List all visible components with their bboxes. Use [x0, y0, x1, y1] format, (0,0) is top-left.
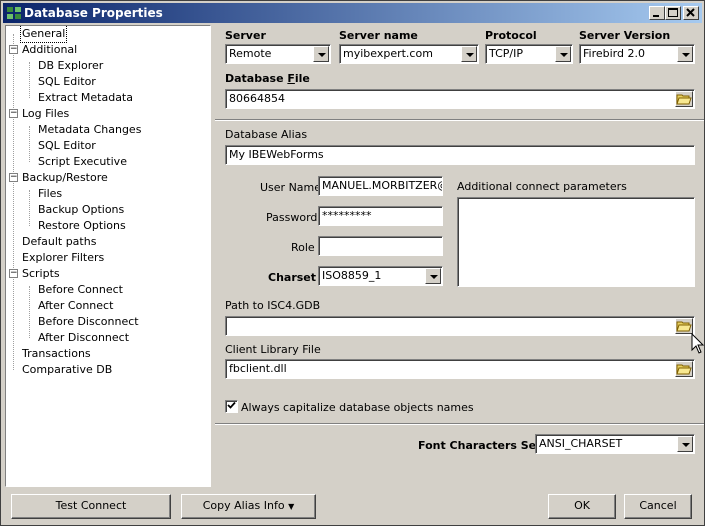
protocol-label: Protocol	[485, 29, 537, 42]
capitalize-names-label: Always capitalize database objects names	[241, 401, 474, 414]
server-dropdown-icon[interactable]	[313, 46, 329, 62]
title-bar: Database Properties	[3, 3, 702, 23]
browse-isc4-button[interactable]	[675, 318, 693, 334]
charset-select[interactable]: ISO8859_1	[318, 266, 443, 286]
protocol-dropdown-icon[interactable]	[555, 46, 571, 62]
maximize-button[interactable]	[665, 6, 681, 20]
client-library-input[interactable]: fbclient.dll	[225, 359, 695, 379]
client-library-label: Client Library File	[225, 343, 321, 356]
server-version-dropdown-icon[interactable]	[677, 46, 693, 62]
dialog-button-bar: Test Connect Copy Alias Info ▼ OK Cancel	[1, 489, 704, 525]
protocol-select[interactable]: TCP/IP	[485, 44, 573, 64]
browse-database-file-button[interactable]	[675, 91, 693, 107]
isc4-path-input[interactable]	[225, 316, 695, 336]
mouse-cursor-icon	[691, 333, 705, 354]
charset-label: Charset	[268, 271, 317, 284]
charset-dropdown-icon[interactable]	[425, 268, 441, 284]
user-name-label: User Name	[260, 181, 322, 194]
additional-params-textarea[interactable]	[457, 197, 695, 287]
server-name-select[interactable]: myibexpert.com	[339, 44, 479, 64]
capitalize-names-checkbox[interactable]	[225, 400, 238, 413]
database-properties-window: Database Properties General − Additional…	[0, 0, 705, 526]
database-file-input[interactable]: 80664854	[225, 89, 695, 109]
role-input[interactable]	[318, 236, 443, 256]
maximize-icon	[668, 8, 678, 17]
folder-open-icon	[676, 364, 692, 375]
copy-alias-info-button[interactable]: Copy Alias Info ▼	[181, 494, 316, 519]
server-version-select[interactable]: Firebird 2.0	[579, 44, 695, 64]
collapse-log-files-icon[interactable]: −	[9, 109, 18, 118]
folder-open-icon	[676, 94, 692, 105]
database-app-icon	[7, 7, 21, 19]
user-name-input[interactable]: MANUEL.MORBITZER@M	[318, 176, 443, 196]
dropdown-arrow-icon: ▼	[288, 502, 295, 511]
settings-tree[interactable]: General − Additional DB Explorer SQL Edi…	[5, 25, 211, 487]
ok-button[interactable]: OK	[548, 494, 616, 519]
minimize-icon	[653, 15, 659, 17]
role-label: Role	[291, 241, 315, 254]
database-alias-input[interactable]: My IBEWebForms	[225, 145, 695, 165]
server-select[interactable]: Remote	[225, 44, 331, 64]
server-version-label: Server Version	[579, 29, 671, 42]
server-name-dropdown-icon[interactable]	[461, 46, 477, 62]
checkmark-icon	[227, 401, 236, 409]
password-label: Password	[266, 211, 318, 224]
font-charset-label: Font Characters Set	[418, 439, 542, 452]
server-name-label: Server name	[339, 29, 418, 42]
password-input[interactable]: *********	[318, 206, 443, 226]
collapse-backup-restore-icon[interactable]: −	[9, 173, 18, 182]
collapse-additional-icon[interactable]: −	[9, 45, 18, 54]
test-connect-button[interactable]: Test Connect	[11, 494, 171, 519]
close-button[interactable]	[683, 6, 699, 20]
close-icon	[686, 8, 695, 17]
database-alias-label: Database Alias	[225, 128, 308, 141]
browse-client-library-button[interactable]	[675, 361, 693, 377]
folder-open-icon	[676, 321, 692, 332]
isc4-path-label: Path to ISC4.GDB	[225, 299, 321, 312]
font-charset-select[interactable]: ANSI_CHARSET	[535, 434, 695, 454]
database-file-label: Database File	[225, 72, 310, 85]
minimize-button[interactable]	[649, 6, 665, 20]
window-title: Database Properties	[24, 6, 163, 20]
collapse-scripts-icon[interactable]: −	[9, 269, 18, 278]
font-charset-dropdown-icon[interactable]	[677, 436, 693, 452]
general-settings-panel: Server Server name Protocol Server Versi…	[215, 25, 704, 487]
additional-params-label: Additional connect parameters	[457, 180, 627, 193]
server-label: Server	[225, 29, 266, 42]
cancel-button[interactable]: Cancel	[624, 494, 692, 519]
